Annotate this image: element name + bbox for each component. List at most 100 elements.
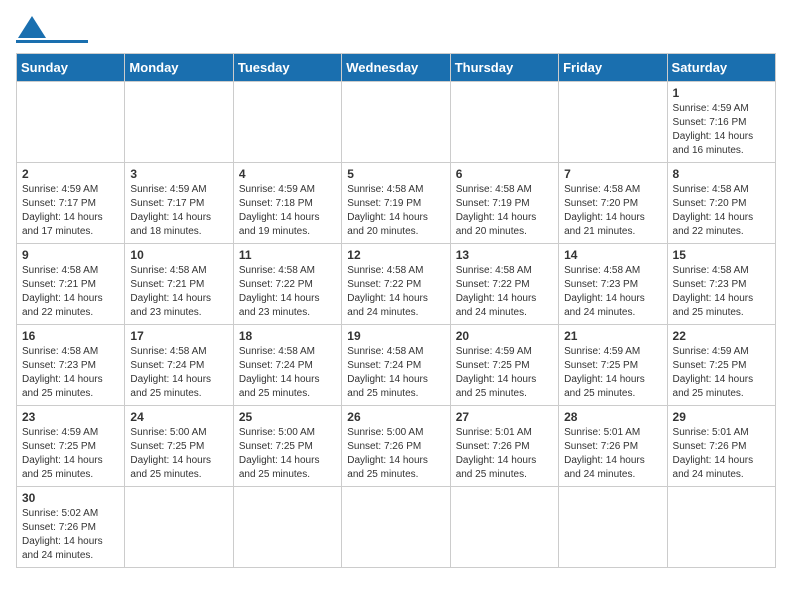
day-cell: 1 Sunrise: 4:59 AM Sunset: 7:16 PM Daylig… (667, 82, 775, 163)
day-info: Sunrise: 4:59 AM Sunset: 7:17 PM Dayligh… (22, 183, 119, 239)
weekday-header-thursday: Thursday (450, 54, 558, 82)
day-number: 24 (130, 410, 227, 424)
weekday-header-tuesday: Tuesday (233, 54, 341, 82)
calendar-body: 1 Sunrise: 4:59 AM Sunset: 7:16 PM Daylig… (17, 82, 776, 568)
weekday-header-wednesday: Wednesday (342, 54, 450, 82)
day-info: Sunrise: 5:01 AM Sunset: 7:26 PM Dayligh… (673, 426, 770, 482)
day-cell: 12 Sunrise: 4:58 AM Sunset: 7:22 PM Dayli… (342, 244, 450, 325)
logo (16, 16, 88, 43)
day-info: Sunrise: 4:59 AM Sunset: 7:25 PM Dayligh… (564, 345, 661, 401)
day-cell: 3Sunrise: 4:59 AM Sunset: 7:17 PM Daylig… (125, 163, 233, 244)
day-cell (125, 487, 233, 568)
day-number: 4 (239, 167, 336, 181)
day-number: 25 (239, 410, 336, 424)
day-info: Sunrise: 4:58 AM Sunset: 7:19 PM Dayligh… (456, 183, 553, 239)
logo-underline (16, 40, 88, 43)
day-cell (342, 82, 450, 163)
day-cell: 13 Sunrise: 4:58 AM Sunset: 7:22 PM Dayli… (450, 244, 558, 325)
day-cell: 20 Sunrise: 4:59 AM Sunset: 7:25 PM Dayli… (450, 325, 558, 406)
day-cell (450, 82, 558, 163)
day-cell: 7Sunrise: 4:58 AM Sunset: 7:20 PM Daylig… (559, 163, 667, 244)
day-number: 15 (673, 248, 770, 262)
day-number: 19 (347, 329, 444, 343)
weekday-header-monday: Monday (125, 54, 233, 82)
day-info: Sunrise: 4:58 AM Sunset: 7:23 PM Dayligh… (564, 264, 661, 320)
day-number: 28 (564, 410, 661, 424)
day-info: Sunrise: 5:01 AM Sunset: 7:26 PM Dayligh… (456, 426, 553, 482)
day-cell (233, 487, 341, 568)
day-number: 18 (239, 329, 336, 343)
day-number: 13 (456, 248, 553, 262)
day-number: 21 (564, 329, 661, 343)
day-info: Sunrise: 4:59 AM Sunset: 7:25 PM Dayligh… (456, 345, 553, 401)
day-number: 1 (673, 86, 770, 100)
day-cell: 10Sunrise: 4:58 AM Sunset: 7:21 PM Dayli… (125, 244, 233, 325)
day-info: Sunrise: 4:58 AM Sunset: 7:24 PM Dayligh… (130, 345, 227, 401)
day-cell: 8Sunrise: 4:58 AM Sunset: 7:20 PM Daylig… (667, 163, 775, 244)
day-info: Sunrise: 5:00 AM Sunset: 7:25 PM Dayligh… (130, 426, 227, 482)
day-number: 30 (22, 491, 119, 505)
day-cell: 11 Sunrise: 4:58 AM Sunset: 7:22 PM Dayli… (233, 244, 341, 325)
day-cell (559, 487, 667, 568)
day-cell (559, 82, 667, 163)
day-number: 10 (130, 248, 227, 262)
week-row-1: 2Sunrise: 4:59 AM Sunset: 7:17 PM Daylig… (17, 163, 776, 244)
day-number: 12 (347, 248, 444, 262)
day-cell (667, 487, 775, 568)
day-cell (450, 487, 558, 568)
day-cell: 24 Sunrise: 5:00 AM Sunset: 7:25 PM Dayli… (125, 406, 233, 487)
day-number: 20 (456, 329, 553, 343)
day-info: Sunrise: 4:58 AM Sunset: 7:24 PM Dayligh… (239, 345, 336, 401)
day-number: 5 (347, 167, 444, 181)
logo-icon (18, 16, 46, 38)
weekday-header-row: SundayMondayTuesdayWednesdayThursdayFrid… (17, 54, 776, 82)
weekday-header-friday: Friday (559, 54, 667, 82)
day-cell (233, 82, 341, 163)
day-info: Sunrise: 4:59 AM Sunset: 7:16 PM Dayligh… (673, 102, 770, 158)
day-number: 16 (22, 329, 119, 343)
day-info: Sunrise: 4:58 AM Sunset: 7:19 PM Dayligh… (347, 183, 444, 239)
day-cell: 26Sunrise: 5:00 AM Sunset: 7:26 PM Dayli… (342, 406, 450, 487)
day-info: Sunrise: 5:00 AM Sunset: 7:26 PM Dayligh… (347, 426, 444, 482)
day-cell: 4 Sunrise: 4:59 AM Sunset: 7:18 PM Daylig… (233, 163, 341, 244)
page-header (16, 16, 776, 43)
day-info: Sunrise: 4:58 AM Sunset: 7:24 PM Dayligh… (347, 345, 444, 401)
day-cell: 23 Sunrise: 4:59 AM Sunset: 7:25 PM Dayli… (17, 406, 125, 487)
day-number: 29 (673, 410, 770, 424)
day-cell: 21 Sunrise: 4:59 AM Sunset: 7:25 PM Dayli… (559, 325, 667, 406)
day-number: 17 (130, 329, 227, 343)
week-row-4: 23 Sunrise: 4:59 AM Sunset: 7:25 PM Dayli… (17, 406, 776, 487)
day-cell: 5 Sunrise: 4:58 AM Sunset: 7:19 PM Daylig… (342, 163, 450, 244)
day-number: 9 (22, 248, 119, 262)
day-number: 11 (239, 248, 336, 262)
day-info: Sunrise: 4:58 AM Sunset: 7:22 PM Dayligh… (239, 264, 336, 320)
day-cell: 28 Sunrise: 5:01 AM Sunset: 7:26 PM Dayli… (559, 406, 667, 487)
day-info: Sunrise: 4:58 AM Sunset: 7:22 PM Dayligh… (456, 264, 553, 320)
day-number: 23 (22, 410, 119, 424)
calendar-table: SundayMondayTuesdayWednesdayThursdayFrid… (16, 53, 776, 568)
day-info: Sunrise: 5:02 AM Sunset: 7:26 PM Dayligh… (22, 507, 119, 563)
day-number: 8 (673, 167, 770, 181)
day-cell: 18 Sunrise: 4:58 AM Sunset: 7:24 PM Dayli… (233, 325, 341, 406)
day-number: 27 (456, 410, 553, 424)
day-cell: 17 Sunrise: 4:58 AM Sunset: 7:24 PM Dayli… (125, 325, 233, 406)
day-info: Sunrise: 5:00 AM Sunset: 7:25 PM Dayligh… (239, 426, 336, 482)
week-row-2: 9Sunrise: 4:58 AM Sunset: 7:21 PM Daylig… (17, 244, 776, 325)
day-cell: 16 Sunrise: 4:58 AM Sunset: 7:23 PM Dayli… (17, 325, 125, 406)
day-info: Sunrise: 5:01 AM Sunset: 7:26 PM Dayligh… (564, 426, 661, 482)
calendar-header: SundayMondayTuesdayWednesdayThursdayFrid… (17, 54, 776, 82)
day-info: Sunrise: 4:58 AM Sunset: 7:22 PM Dayligh… (347, 264, 444, 320)
week-row-0: 1 Sunrise: 4:59 AM Sunset: 7:16 PM Daylig… (17, 82, 776, 163)
weekday-header-sunday: Sunday (17, 54, 125, 82)
day-info: Sunrise: 4:58 AM Sunset: 7:23 PM Dayligh… (673, 264, 770, 320)
day-cell: 9Sunrise: 4:58 AM Sunset: 7:21 PM Daylig… (17, 244, 125, 325)
day-info: Sunrise: 4:59 AM Sunset: 7:17 PM Dayligh… (130, 183, 227, 239)
weekday-header-saturday: Saturday (667, 54, 775, 82)
day-info: Sunrise: 4:58 AM Sunset: 7:20 PM Dayligh… (564, 183, 661, 239)
day-info: Sunrise: 4:59 AM Sunset: 7:25 PM Dayligh… (22, 426, 119, 482)
day-cell (342, 487, 450, 568)
day-cell (17, 82, 125, 163)
day-info: Sunrise: 4:58 AM Sunset: 7:23 PM Dayligh… (22, 345, 119, 401)
day-cell: 2Sunrise: 4:59 AM Sunset: 7:17 PM Daylig… (17, 163, 125, 244)
day-info: Sunrise: 4:59 AM Sunset: 7:18 PM Dayligh… (239, 183, 336, 239)
